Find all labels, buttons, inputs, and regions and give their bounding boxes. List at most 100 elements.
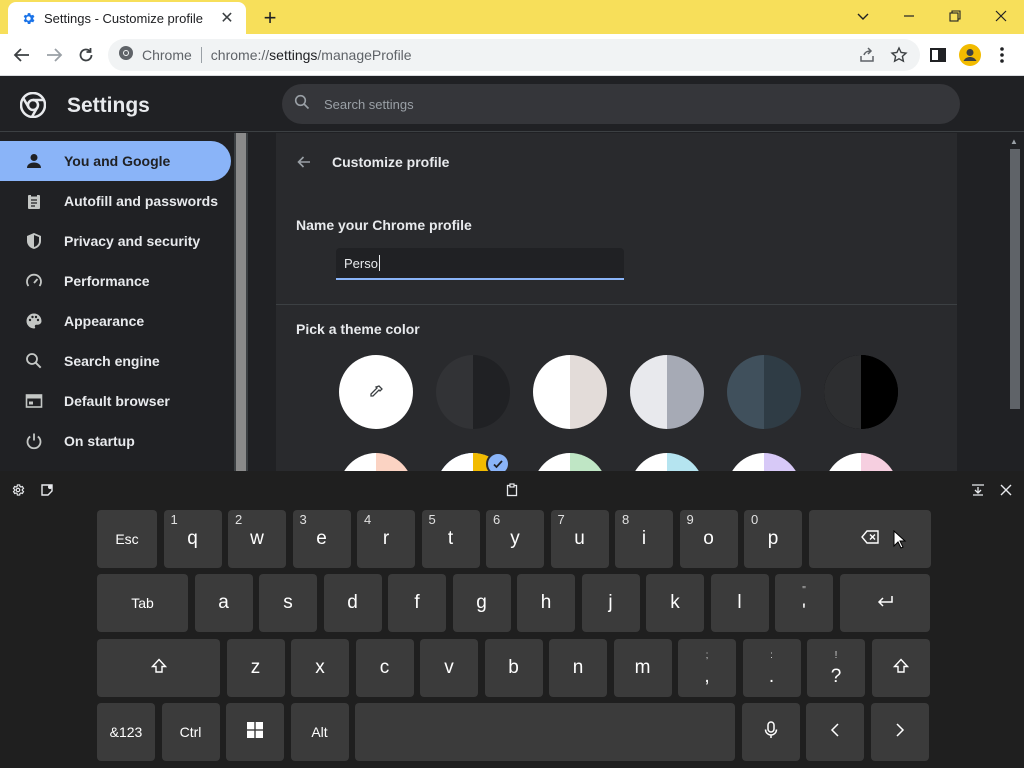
menu-kebab-icon[interactable] — [990, 43, 1014, 67]
backspace-key[interactable] — [808, 510, 931, 568]
key-q[interactable]: q1 — [163, 510, 222, 568]
key-Ctrl[interactable]: Ctrl — [161, 703, 220, 761]
key-d[interactable]: d — [323, 574, 382, 632]
tab-settings[interactable]: Settings - Customize profile ✕ — [8, 2, 246, 34]
key-s[interactable]: s — [259, 574, 317, 632]
sidebar-item-default-browser[interactable]: Default browser — [0, 381, 231, 421]
bookmark-star-icon[interactable] — [890, 46, 908, 69]
theme-color-swatch[interactable] — [339, 453, 413, 471]
key-,[interactable]: ;, — [678, 639, 736, 697]
scroll-up-arrow-icon[interactable]: ▲ — [1010, 137, 1018, 146]
key-?[interactable]: !? — [807, 639, 865, 697]
theme-color-swatch[interactable] — [727, 355, 801, 429]
key-Alt[interactable]: Alt — [290, 703, 349, 761]
key-alt-label: : — [770, 649, 773, 661]
search-input[interactable] — [324, 96, 924, 112]
sidebar-item-label: Appearance — [64, 313, 145, 329]
address-bar[interactable]: Chrome chrome://settings/manageProfile — [108, 39, 920, 71]
sidebar-item-privacy-and-security[interactable]: Privacy and security — [0, 221, 231, 261]
key-r[interactable]: r4 — [357, 510, 415, 568]
microphone-key[interactable] — [741, 703, 800, 761]
mouse-cursor-icon — [893, 530, 907, 549]
reload-icon[interactable] — [74, 43, 98, 67]
key-t[interactable]: t5 — [421, 510, 480, 568]
settings-search[interactable] — [282, 84, 960, 124]
key-o[interactable]: o9 — [679, 510, 738, 568]
theme-color-swatch[interactable] — [533, 453, 607, 471]
sticker-icon[interactable] — [38, 481, 56, 499]
spacebar[interactable] — [355, 703, 735, 761]
back-button[interactable] — [292, 150, 316, 174]
theme-color-swatch[interactable] — [727, 453, 801, 471]
restore-icon[interactable] — [932, 0, 978, 32]
key-u[interactable]: u7 — [550, 510, 609, 568]
key-b[interactable]: b — [484, 639, 543, 697]
sidebar-item-you-and-google[interactable]: You and Google — [0, 141, 231, 181]
profile-avatar-icon[interactable] — [958, 43, 982, 67]
key-c[interactable]: c — [355, 639, 414, 697]
theme-color-swatch[interactable] — [824, 453, 898, 471]
key-l[interactable]: l — [710, 574, 769, 632]
page-scrollbar[interactable]: ▲ — [1006, 133, 1024, 471]
key-a[interactable]: a — [194, 574, 253, 632]
tab-close-icon[interactable]: ✕ — [218, 9, 236, 27]
theme-color-swatch[interactable] — [630, 453, 704, 471]
key-e[interactable]: e3 — [292, 510, 351, 568]
back-arrow-icon[interactable] — [10, 43, 34, 67]
new-tab-button[interactable]: + — [258, 5, 282, 30]
scrollbar-thumb[interactable] — [236, 133, 246, 471]
key-Tab[interactable]: Tab — [97, 574, 188, 632]
custom-color-picker-swatch[interactable] — [339, 355, 413, 429]
key-v[interactable]: v — [420, 639, 478, 697]
theme-color-swatch[interactable] — [533, 355, 607, 429]
key-Esc[interactable]: Esc — [97, 510, 157, 568]
close-window-icon[interactable] — [978, 0, 1024, 32]
key-f[interactable]: f — [388, 574, 446, 632]
sidebar-item-autofill-and-passwords[interactable]: Autofill and passwords — [0, 181, 231, 221]
key-i[interactable]: i8 — [615, 510, 673, 568]
forward-arrow-icon[interactable] — [42, 43, 66, 67]
key-'[interactable]: " ' — [775, 574, 833, 632]
windows-key[interactable] — [226, 703, 284, 761]
sidebar-scrollbar[interactable] — [234, 133, 248, 471]
key-&123[interactable]: &123 — [97, 703, 155, 761]
theme-color-swatch[interactable] — [436, 355, 510, 429]
profile-name-field[interactable]: Perso — [336, 248, 624, 280]
share-icon[interactable] — [858, 46, 876, 69]
key-w[interactable]: w2 — [228, 510, 286, 568]
keyboard-dock-icon[interactable] — [969, 481, 987, 499]
scrollbar-thumb[interactable] — [1010, 149, 1020, 409]
key-m[interactable]: m — [613, 639, 672, 697]
key-n[interactable]: n — [549, 639, 607, 697]
divider — [276, 304, 957, 305]
sidebar-item-performance[interactable]: Performance — [0, 261, 231, 301]
keyboard-close-icon[interactable] — [997, 481, 1015, 499]
key-.[interactable]: :. — [742, 639, 801, 697]
sidebar-item-search-engine[interactable]: Search engine — [0, 341, 231, 381]
tab-search-chevron-icon[interactable] — [840, 0, 886, 32]
arrow-left-key[interactable] — [806, 703, 864, 761]
profile-name-heading: Name your Chrome profile — [296, 217, 472, 233]
key-k[interactable]: k — [646, 574, 704, 632]
key-g[interactable]: g — [452, 574, 511, 632]
sidebar-item-on-startup[interactable]: On startup — [0, 421, 231, 461]
sidebar-item-appearance[interactable]: Appearance — [0, 301, 231, 341]
enter-key[interactable] — [839, 574, 930, 632]
shift-key[interactable] — [871, 639, 930, 697]
key-z[interactable]: z — [226, 639, 285, 697]
minimize-icon[interactable] — [886, 0, 932, 32]
key-p[interactable]: p0 — [744, 510, 802, 568]
clipboard-icon[interactable] — [503, 481, 521, 499]
key-h[interactable]: h — [517, 574, 575, 632]
theme-color-swatch[interactable] — [630, 355, 704, 429]
keyboard-settings-gear-icon[interactable] — [9, 481, 27, 499]
theme-color-swatch[interactable] — [824, 355, 898, 429]
key-x[interactable]: x — [291, 639, 349, 697]
key-y[interactable]: y6 — [486, 510, 544, 568]
arrow-right-key[interactable] — [870, 703, 929, 761]
side-panel-icon[interactable] — [926, 43, 950, 67]
key-label: e — [316, 528, 327, 549]
sidebar-item-label: Search engine — [64, 353, 160, 369]
key-j[interactable]: j — [581, 574, 640, 632]
shift-key[interactable] — [97, 639, 220, 697]
